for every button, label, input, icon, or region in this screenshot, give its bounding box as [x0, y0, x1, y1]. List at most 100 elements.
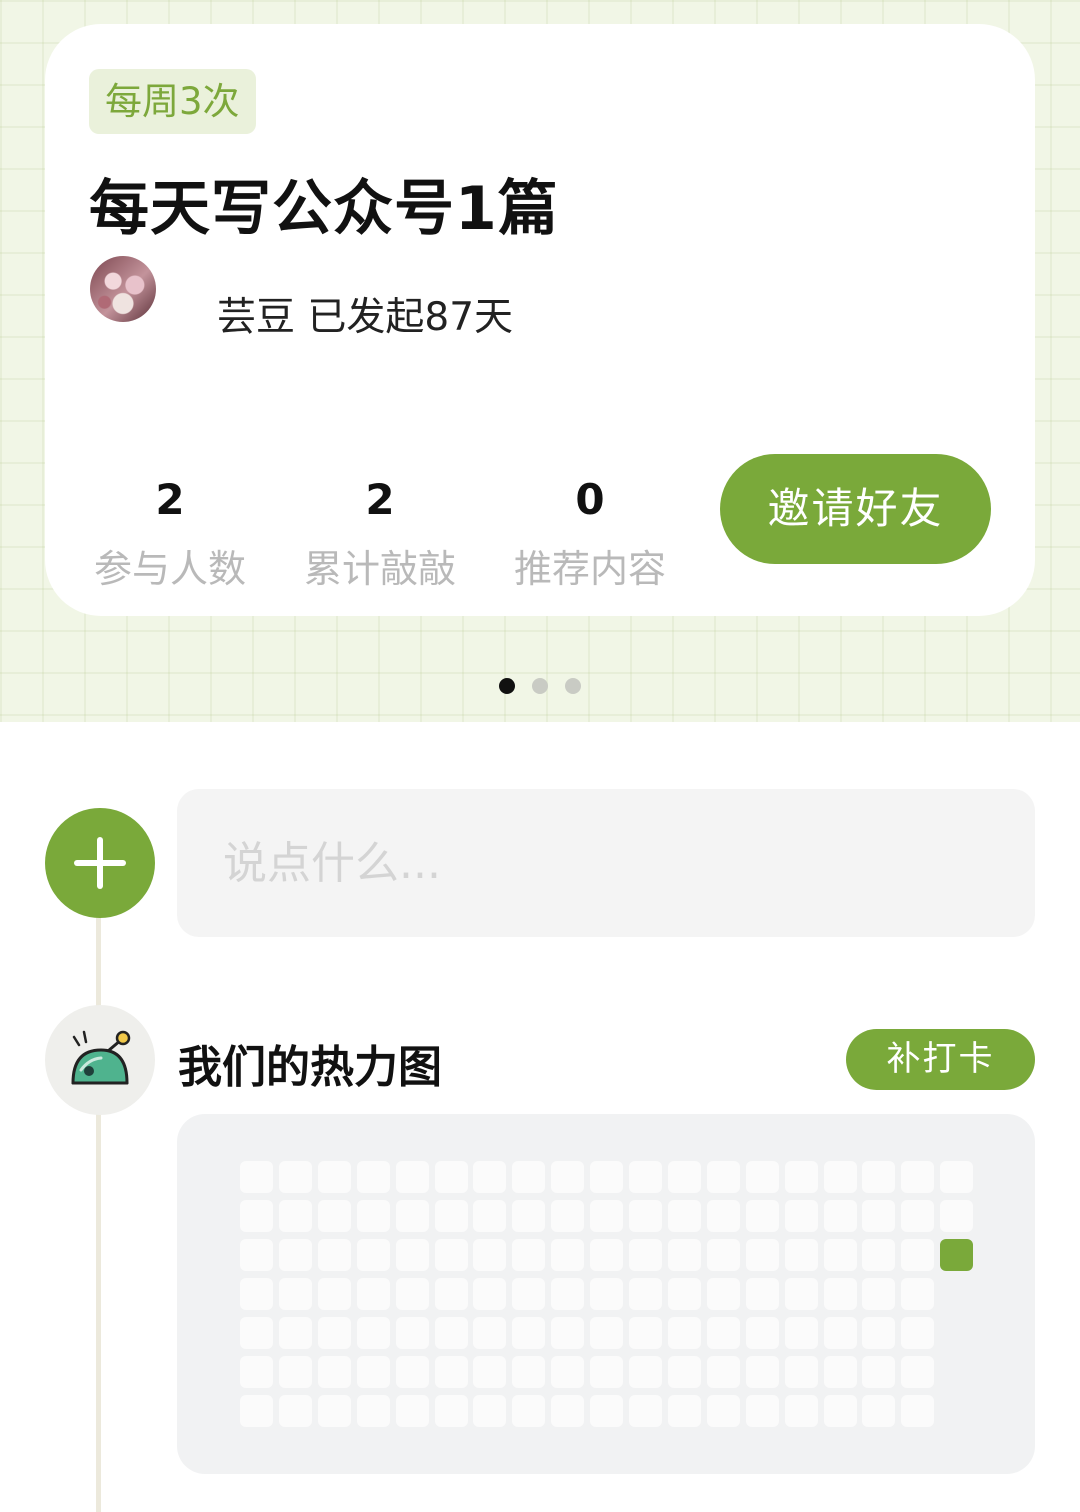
invite-friends-button[interactable]: 邀请好友	[720, 454, 991, 564]
heatmap-cell[interactable]	[395, 1161, 429, 1193]
heatmap-cell[interactable]	[512, 1200, 546, 1232]
heatmap-cell[interactable]	[395, 1278, 429, 1310]
heatmap-cell[interactable]	[590, 1200, 624, 1232]
heatmap-cell[interactable]	[278, 1278, 312, 1310]
heatmap-cell[interactable]	[629, 1200, 662, 1232]
heatmap-cell[interactable]	[473, 1356, 507, 1388]
heatmap-cell[interactable]	[317, 1200, 351, 1232]
post-input[interactable]	[177, 789, 1035, 937]
heatmap-cell[interactable]	[901, 1200, 935, 1232]
heatmap-cell[interactable]	[667, 1395, 701, 1427]
heatmap-cell[interactable]	[512, 1161, 546, 1193]
heatmap-cell[interactable]	[667, 1356, 701, 1388]
heatmap-cell[interactable]	[356, 1239, 390, 1271]
heatmap-cell[interactable]	[473, 1317, 507, 1349]
heatmap-cell[interactable]	[862, 1200, 896, 1232]
heatmap-cell[interactable]	[590, 1356, 624, 1388]
heatmap-cell[interactable]	[784, 1356, 818, 1388]
heatmap-cell[interactable]	[551, 1317, 585, 1349]
heatmap-cell[interactable]	[784, 1317, 818, 1349]
heatmap-cell[interactable]	[862, 1356, 896, 1388]
heatmap-cell[interactable]	[512, 1278, 546, 1310]
heatmap-cell[interactable]	[512, 1395, 546, 1427]
heatmap-cell[interactable]	[823, 1161, 857, 1193]
heatmap-cell[interactable]	[745, 1200, 779, 1232]
heatmap-cell[interactable]	[667, 1278, 701, 1310]
heatmap-cell[interactable]	[706, 1161, 740, 1193]
heatmap-cell[interactable]	[745, 1161, 779, 1193]
heatmap-cell[interactable]	[240, 1317, 273, 1349]
heatmap-cell[interactable]	[473, 1200, 507, 1232]
heatmap-cell[interactable]	[356, 1317, 390, 1349]
heatmap-cell[interactable]	[395, 1317, 429, 1349]
heatmap-cell[interactable]	[590, 1317, 624, 1349]
heatmap-cell[interactable]	[240, 1239, 273, 1271]
heatmap-cell[interactable]	[745, 1239, 779, 1271]
heatmap-cell[interactable]	[862, 1239, 896, 1271]
pager-dot-2[interactable]	[532, 678, 548, 694]
heatmap-cell[interactable]	[473, 1161, 507, 1193]
heatmap-cell[interactable]	[356, 1161, 390, 1193]
heatmap-cell[interactable]	[862, 1395, 896, 1427]
heatmap-cell[interactable]	[784, 1161, 818, 1193]
heatmap-cell[interactable]	[629, 1395, 662, 1427]
heatmap-cell[interactable]	[706, 1200, 740, 1232]
heatmap-cell[interactable]	[590, 1395, 624, 1427]
heatmap-cell[interactable]	[278, 1200, 312, 1232]
heatmap-cell[interactable]	[278, 1239, 312, 1271]
creator-avatar[interactable]	[90, 256, 156, 322]
heatmap-cell[interactable]	[590, 1161, 624, 1193]
heatmap-cell[interactable]	[629, 1239, 662, 1271]
heatmap-cell[interactable]	[862, 1161, 896, 1193]
heatmap-cell[interactable]	[745, 1356, 779, 1388]
heatmap-cell[interactable]	[901, 1278, 935, 1310]
heatmap-cell[interactable]	[317, 1278, 351, 1310]
heatmap-cell[interactable]	[629, 1161, 662, 1193]
heatmap-cell[interactable]	[434, 1395, 468, 1427]
heatmap-cell[interactable]	[823, 1278, 857, 1310]
heatmap-cell[interactable]	[434, 1356, 468, 1388]
heatmap-cell[interactable]	[706, 1278, 740, 1310]
heatmap-cell[interactable]	[512, 1356, 546, 1388]
heatmap-cell[interactable]	[745, 1278, 779, 1310]
heatmap-cell[interactable]	[395, 1395, 429, 1427]
heatmap-cell[interactable]	[551, 1239, 585, 1271]
heatmap-cell[interactable]	[629, 1356, 662, 1388]
heatmap-cell[interactable]	[317, 1395, 351, 1427]
heatmap-cell[interactable]	[356, 1278, 390, 1310]
heatmap-cell[interactable]	[901, 1317, 935, 1349]
heatmap-cell[interactable]	[395, 1239, 429, 1271]
heatmap-cell[interactable]	[356, 1395, 390, 1427]
heatmap-cell[interactable]	[240, 1278, 273, 1310]
heatmap-cell[interactable]	[434, 1239, 468, 1271]
heatmap-cell[interactable]	[901, 1356, 935, 1388]
heatmap-cell[interactable]	[317, 1161, 351, 1193]
heatmap-cell[interactable]	[745, 1317, 779, 1349]
heatmap-cell[interactable]	[317, 1239, 351, 1271]
heatmap-cell[interactable]	[473, 1395, 507, 1427]
heatmap-cell[interactable]	[667, 1161, 701, 1193]
heatmap-cell[interactable]	[706, 1239, 740, 1271]
heatmap-cell[interactable]	[590, 1278, 624, 1310]
heatmap-cell[interactable]	[629, 1317, 662, 1349]
heatmap-cell[interactable]	[667, 1317, 701, 1349]
heatmap-cell[interactable]	[240, 1356, 273, 1388]
heatmap-cell[interactable]	[706, 1356, 740, 1388]
heatmap-cell[interactable]	[706, 1395, 740, 1427]
heatmap-cell[interactable]	[745, 1395, 779, 1427]
pager-dot-3[interactable]	[565, 678, 581, 694]
heatmap-cell[interactable]	[317, 1356, 351, 1388]
heatmap-cell[interactable]	[862, 1278, 896, 1310]
add-post-button[interactable]	[45, 808, 155, 918]
heatmap-cell-checked[interactable]	[940, 1239, 974, 1271]
heatmap-cell[interactable]	[551, 1200, 585, 1232]
heatmap-cell[interactable]	[901, 1161, 935, 1193]
challenge-card[interactable]: 每周3次 每天写公众号1篇 芸豆 已发起87天 2 参与人数 2 累计敲敲 0 …	[45, 24, 1035, 616]
heatmap-cell[interactable]	[317, 1317, 351, 1349]
heatmap-cell[interactable]	[940, 1161, 974, 1193]
heatmap-cell[interactable]	[784, 1395, 818, 1427]
heatmap-cell[interactable]	[901, 1395, 935, 1427]
heatmap-cell[interactable]	[434, 1200, 468, 1232]
heatmap-cell[interactable]	[512, 1239, 546, 1271]
heatmap-cell[interactable]	[512, 1317, 546, 1349]
